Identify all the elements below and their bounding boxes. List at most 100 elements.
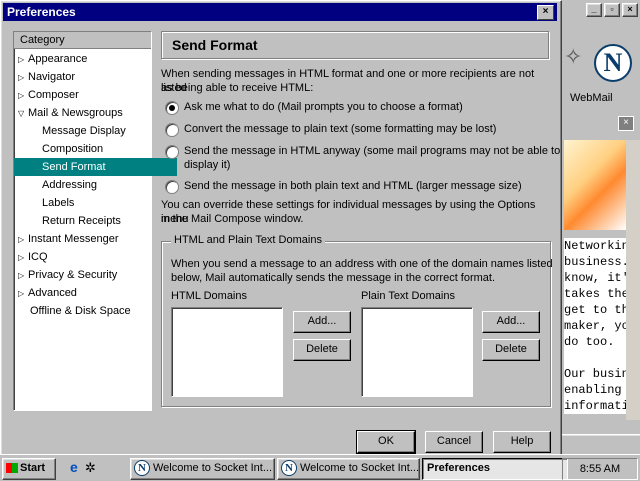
plain-domains-label: Plain Text Domains [361, 290, 455, 302]
internet-explorer-icon[interactable]: e [70, 459, 78, 475]
tree-item-appearance[interactable]: ▷ Appearance [18, 50, 87, 68]
tree-item-label: Advanced [28, 287, 77, 299]
clock: 8:55 AM [579, 463, 621, 475]
override-text-line2: in the Mail Compose window. [161, 213, 304, 225]
taskbar-button-1[interactable]: N Welcome to Socket Int... [130, 458, 275, 480]
tree-item-privacy-security[interactable]: ▷ Privacy & Security [18, 266, 117, 284]
tree-item-return-receipts[interactable]: Return Receipts [42, 212, 121, 230]
plain-add-button[interactable]: Add... [482, 311, 540, 333]
taskbar: Start e ✲ N Welcome to Socket Int... N Welc… [0, 454, 640, 481]
tree-item-navigator[interactable]: ▷ Navigator [18, 68, 75, 86]
tree-item-composer[interactable]: ▷ Composer [18, 86, 79, 104]
taskbar-button-label: Welcome to Socket Int... [300, 462, 420, 474]
taskbar-button-label: Preferences [427, 462, 490, 474]
status-bar [556, 434, 640, 456]
netscape-icon: N [281, 460, 297, 477]
cancel-button[interactable]: Cancel [425, 431, 483, 453]
plain-delete-button[interactable]: Delete [482, 339, 540, 361]
netscape-icon: N [134, 460, 150, 477]
quick-launch: e ✲ [70, 458, 120, 478]
title-bar: Preferences × [3, 3, 557, 21]
tree-item-label: Instant Messenger [28, 233, 119, 245]
format-option-label-1[interactable]: Ask me what to do (Mail prompts you to c… [184, 100, 463, 114]
html-delete-button[interactable]: Delete [293, 339, 351, 361]
system-tray: 8:55 AM [562, 458, 638, 480]
netscape-logo-icon: N [594, 44, 632, 82]
format-option-radio-2[interactable] [165, 123, 179, 137]
page-text-line: do too. [564, 335, 615, 349]
restore-button[interactable]: ▫ [604, 3, 620, 17]
tree-item-icq[interactable]: ▷ ICQ [18, 248, 48, 266]
start-label: Start [20, 462, 46, 474]
close-icon[interactable]: × [537, 5, 554, 20]
intro-text-line2: as being able to receive HTML: [161, 82, 314, 94]
page-text-line: Networkin [564, 239, 626, 253]
tree-item-labels[interactable]: Labels [42, 194, 74, 212]
taskbar-button-label: Welcome to Socket Int... [153, 462, 273, 474]
html-domains-list[interactable] [171, 307, 283, 397]
tree-item-label: Composer [28, 89, 79, 101]
collapsed-twisty-icon[interactable]: ▷ [18, 87, 28, 105]
domains-group-title: HTML and Plain Text Domains [171, 234, 325, 246]
tree-item-label: Composition [42, 143, 104, 155]
tree-item-addressing[interactable]: Addressing [42, 176, 97, 194]
scrollbar[interactable] [626, 140, 640, 420]
tree-item-send-format[interactable]: Send Format [14, 158, 177, 176]
tree-item-advanced[interactable]: ▷ Advanced [18, 284, 77, 302]
collapsed-twisty-icon[interactable]: ▷ [18, 69, 28, 87]
page-banner-image [564, 140, 626, 230]
page-text-line [564, 350, 626, 366]
tree-item-message-display[interactable]: Message Display [42, 122, 126, 140]
tree-item-composition[interactable]: Composition [42, 140, 103, 158]
format-option-radio-4[interactable] [165, 180, 179, 194]
windows-logo-icon [6, 463, 18, 474]
format-option-label-2[interactable]: Convert the message to plain text (some … [184, 122, 496, 136]
format-option-label-4[interactable]: Send the message in both plain text and … [184, 179, 522, 193]
format-option-radio-3[interactable] [165, 145, 179, 159]
html-domains-label: HTML Domains [171, 290, 247, 302]
close-icon[interactable]: × [618, 116, 634, 131]
tree-item-instant-messenger[interactable]: ▷ Instant Messenger [18, 230, 119, 248]
page-text-line: know, it's [564, 271, 626, 285]
tree-item-mail-newsgroups[interactable]: ▽ Mail & Newsgroups [18, 104, 123, 122]
expanded-twisty-icon[interactable]: ▽ [18, 105, 28, 123]
minimize-button[interactable]: _ [586, 3, 602, 17]
domains-desc-line2: below, Mail automatically sends the mess… [171, 272, 496, 284]
html-add-button[interactable]: Add... [293, 311, 351, 333]
page-text-line: takes the [564, 287, 626, 301]
page-text-line: enabling [564, 383, 622, 397]
webmail-link[interactable]: WebMail [570, 92, 613, 104]
plain-domains-list[interactable] [361, 307, 473, 397]
tree-item-label: Mail & Newsgroups [28, 107, 123, 119]
taskbar-button-3[interactable]: Preferences [422, 458, 568, 480]
background-browser-window: _ ▫ × ✧ N WebMail × Networkin business. kn… [556, 0, 640, 456]
collapsed-twisty-icon[interactable]: ▷ [18, 285, 28, 303]
tree-item-label: Addressing [42, 179, 98, 191]
ok-button[interactable]: OK [356, 430, 416, 454]
tree-item-offline-disk-space[interactable]: Offline & Disk Space [18, 302, 131, 320]
collapsed-twisty-icon[interactable]: ▷ [18, 249, 28, 267]
preferences-dialog: Preferences × Category ▷ Appearance ▷ Navig… [0, 0, 562, 458]
tree-item-label: Labels [42, 197, 75, 209]
format-option-label-3-cont[interactable]: display it) [184, 158, 230, 172]
category-header: Category [14, 32, 151, 49]
page-text: Networkin business. know, it's takes the get… [564, 238, 626, 414]
panel-title: Send Format [172, 37, 258, 53]
collapsed-twisty-icon[interactable]: ▷ [18, 267, 28, 285]
page-text-line: Our busin [564, 367, 626, 381]
channels-icon[interactable]: ✲ [85, 460, 96, 475]
collapsed-twisty-icon[interactable]: ▷ [18, 231, 28, 249]
tree-item-label: Privacy & Security [28, 269, 118, 281]
domains-desc-line1: When you send a message to an address wi… [171, 258, 553, 270]
taskbar-button-2[interactable]: N Welcome to Socket Int... [277, 458, 420, 480]
page-text-line: get to th [564, 303, 626, 317]
tree-item-label: Send Format [42, 161, 106, 173]
start-button[interactable]: Start [2, 458, 56, 480]
tree-item-label: ICQ [28, 251, 48, 263]
tree-item-label: Message Display [42, 125, 126, 137]
format-option-radio-1[interactable] [165, 101, 179, 115]
collapsed-twisty-icon[interactable]: ▷ [18, 51, 28, 69]
format-option-label-3[interactable]: Send the message in HTML anyway (some ma… [184, 144, 560, 158]
close-button[interactable]: × [622, 3, 638, 17]
help-button[interactable]: Help [493, 431, 551, 453]
